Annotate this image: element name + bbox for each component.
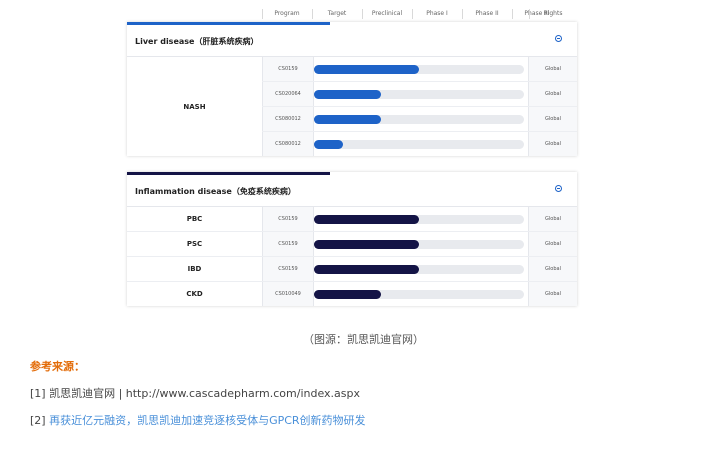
liver-disease-card: Liver disease（肝脏系统疾病） NASH CS0159 Global… [127,22,577,156]
program-code: CS0159 [262,232,314,256]
inflammation-disease-card: Inflammation disease（免疫系统疾病） PBC PSC IBD… [127,172,577,306]
progress-fill [314,290,382,299]
reference-prefix: [1] [30,387,50,400]
reference-prefix: [2] [30,414,50,427]
rights-value: Global [528,82,577,106]
progress-track [314,65,524,74]
program-code: CS0159 [262,257,314,281]
rights-value: Global [528,207,577,231]
rights-value: Global [528,107,577,131]
pipeline-row[interactable]: CS020064 Global [262,82,577,107]
references-title: 参考来源： [30,360,85,373]
disease-label-pbc: PBC [127,207,262,232]
progress-fill [314,215,419,224]
column-rights: Rights [543,10,563,17]
program-code: CS080012 [262,132,314,156]
pipeline-row[interactable]: CS0159 Global [262,232,577,257]
column-program: Program [274,10,300,17]
progress-fill [314,65,419,74]
pipeline-row[interactable]: CS0159 Global [262,257,577,282]
collapse-icon[interactable] [555,35,562,42]
disease-label-ibd: IBD [127,257,262,282]
collapse-icon[interactable] [555,185,562,192]
rights-value: Global [528,132,577,156]
column-preclinical: Preclinical [371,10,403,17]
pipeline-column-header: Program Target Preclinical Phase I Phase… [127,5,577,21]
progress-track [314,140,524,149]
pipeline-row[interactable]: CS080012 Global [262,132,577,156]
progress-fill [314,240,419,249]
inflammation-card-accent-bar [127,172,330,175]
rights-value: Global [528,232,577,256]
rights-value: Global [528,57,577,81]
reference-item-2: [2] 再获近亿元融资，凯思凯迪加速竞逐核受体与GPCR创新药物研发 [30,412,366,428]
disease-label-psc: PSC [127,232,262,257]
pipeline-row[interactable]: CS0159 Global [262,57,577,82]
progress-track [314,240,524,249]
liver-card-accent-bar [127,22,330,25]
reference-item-1: [1] 凯思凯迪官网 | http://www.cascadepharm.com… [30,385,360,401]
rights-value: Global [528,282,577,306]
progress-fill [314,140,344,149]
program-code: CS010049 [262,282,314,306]
progress-fill [314,90,382,99]
liver-card-body: NASH CS0159 Global CS020064 Global CS080… [127,56,577,157]
column-target: Target [327,10,347,17]
program-code: CS020064 [262,82,314,106]
reference-text: 凯思凯迪官网 | http://www.cascadepharm.com/ind… [49,387,360,400]
liver-card-title: Liver disease（肝脏系统疾病） [135,37,259,46]
progress-track [314,265,524,274]
inflammation-card-body: PBC PSC IBD CKD CS0159 Global CS0159 Glo… [127,206,577,307]
image-caption: （图源：凯思凯迪官网） [303,333,424,346]
progress-track [314,115,524,124]
progress-track [314,90,524,99]
disease-label-ckd: CKD [186,290,203,298]
pipeline-row[interactable]: CS080012 Global [262,107,577,132]
progress-fill [314,115,382,124]
progress-fill [314,265,419,274]
reference-link[interactable]: 再获近亿元融资，凯思凯迪加速竞逐核受体与GPCR创新药物研发 [49,414,365,427]
program-code: CS0159 [262,57,314,81]
rights-value: Global [528,257,577,281]
program-code: CS080012 [262,107,314,131]
column-phase-2: Phase II [475,10,499,17]
disease-label-nash: NASH [183,103,206,111]
progress-track [314,290,524,299]
inflammation-card-title: Inflammation disease（免疫系统疾病） [135,187,296,196]
progress-track [314,215,524,224]
program-code: CS0159 [262,207,314,231]
column-phase-1: Phase I [426,10,448,17]
pipeline-row[interactable]: CS010049 Global [262,282,577,306]
pipeline-row[interactable]: CS0159 Global [262,207,577,232]
